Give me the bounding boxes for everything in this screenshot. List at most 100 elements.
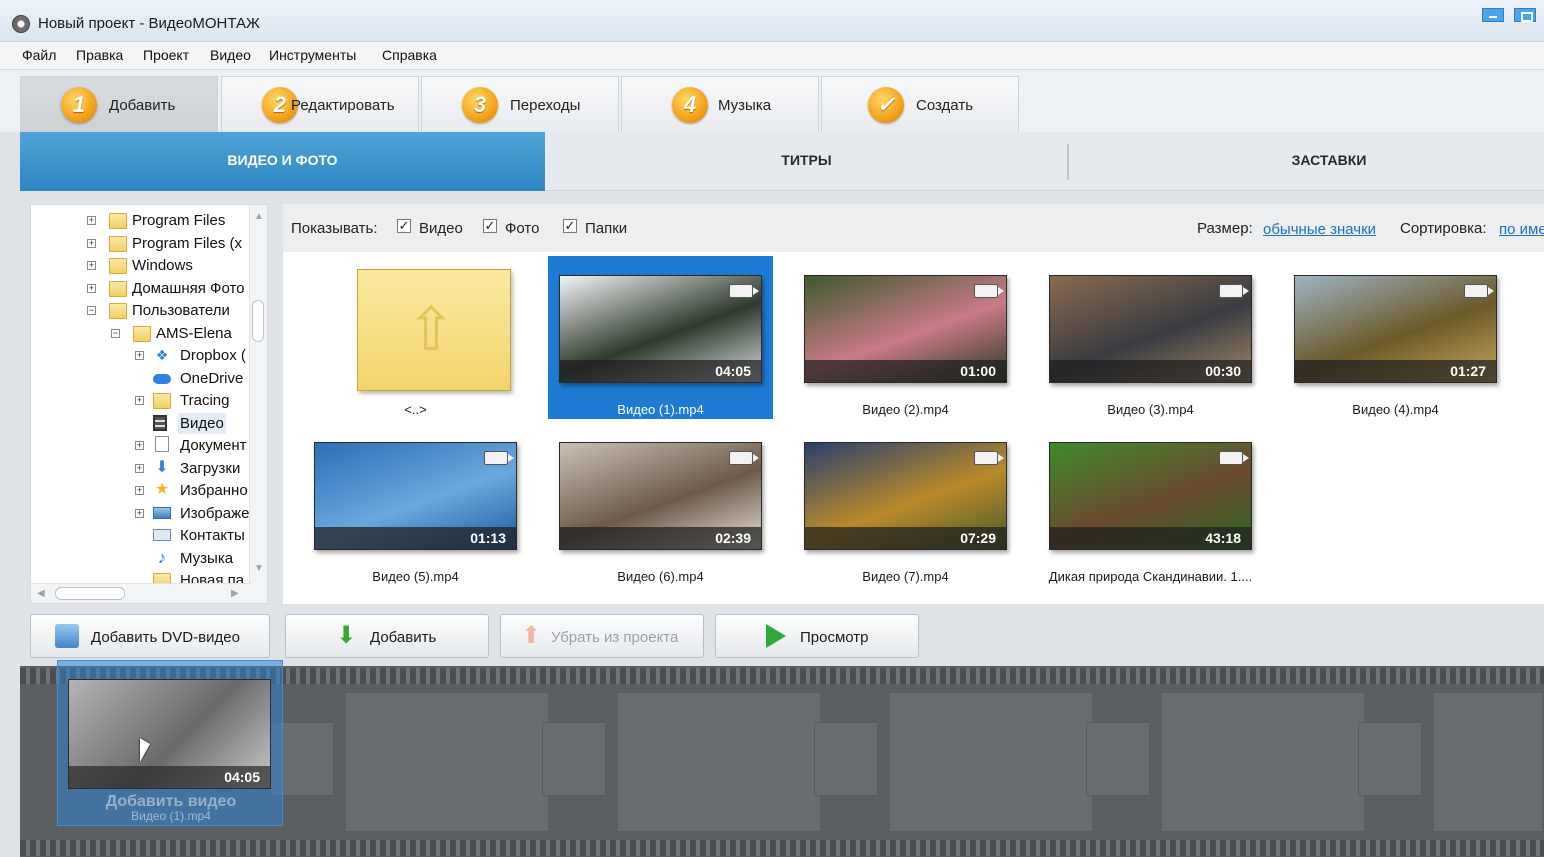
remove-from-project-button[interactable]: ⬆ Убрать из проекта — [500, 614, 704, 658]
file-tile[interactable]: 43:18 Дикая природа Скандинавии. 1.... — [1038, 423, 1263, 586]
step-label: Редактировать — [291, 97, 395, 114]
video-camera-icon — [974, 284, 1004, 298]
empty-clip-slot[interactable] — [345, 692, 549, 832]
tree-vertical-scrollbar[interactable]: ▲ ▼ — [249, 205, 267, 603]
video-thumbnail: 01:27 — [1294, 275, 1497, 383]
file-tile[interactable]: 01:00 Видео (2).mp4 — [793, 256, 1018, 419]
file-name: Видео (3).mp4 — [1107, 402, 1194, 417]
step-create[interactable]: ✓ Создать — [821, 76, 1019, 132]
photo-checkbox[interactable]: ✓ — [483, 219, 497, 233]
expand-toggle[interactable]: + — [87, 284, 96, 293]
step-music[interactable]: 4 Музыка — [621, 76, 819, 132]
scroll-down-icon[interactable]: ▼ — [254, 563, 264, 574]
menu-edit[interactable]: Правка — [76, 47, 123, 63]
tree-item-label: Dropbox ( — [180, 347, 246, 364]
expand-toggle[interactable]: + — [135, 396, 144, 405]
video-thumbnail: 00:30 — [1049, 275, 1252, 383]
add-dvd-button[interactable]: Добавить DVD-видео — [30, 614, 270, 658]
step-transitions[interactable]: 3 Переходы — [421, 76, 619, 132]
transition-slot[interactable] — [814, 722, 878, 796]
video-camera-icon — [1464, 284, 1494, 298]
tab-video-photo[interactable]: ВИДЕО И ФОТО — [20, 132, 545, 191]
file-name: Видео (6).mp4 — [617, 569, 704, 584]
tree-item-label: Пользователи — [132, 302, 230, 319]
sort-label: Сортировка: — [1400, 220, 1487, 237]
menu-project[interactable]: Проект — [143, 47, 189, 63]
expand-toggle[interactable]: + — [87, 216, 96, 225]
tree-item-label: Tracing — [180, 392, 230, 409]
menu-help[interactable]: Справка — [382, 47, 437, 63]
file-tile[interactable]: 01:13 Видео (5).mp4 — [303, 423, 528, 586]
contacts-icon — [153, 529, 171, 541]
folder-icon — [153, 393, 171, 409]
expand-toggle[interactable]: + — [135, 486, 144, 495]
dvd-icon — [55, 624, 79, 648]
file-tile[interactable]: 07:29 Видео (7).mp4 — [793, 423, 1018, 586]
up-arrow-icon: ⇧ — [406, 296, 457, 363]
folder-icon — [133, 326, 151, 342]
scroll-up-icon[interactable]: ▲ — [254, 211, 264, 222]
window-title: Новый проект - ВидеоМОНТАЖ — [38, 15, 260, 32]
video-duration: 04:05 — [69, 766, 270, 788]
expand-toggle[interactable]: + — [87, 261, 96, 270]
step-add[interactable]: 1 Добавить — [20, 76, 218, 132]
video-thumbnail: 43:18 — [1049, 442, 1252, 550]
video-duration: 01:27 — [1295, 360, 1496, 382]
expand-toggle[interactable]: + — [135, 351, 144, 360]
tree-item-label: Музыка — [180, 550, 234, 567]
video-thumbnail: 07:29 — [804, 442, 1007, 550]
empty-clip-slot[interactable] — [617, 692, 821, 832]
expand-toggle[interactable]: + — [135, 464, 144, 473]
documents-icon — [155, 436, 169, 452]
sort-link[interactable]: по име — [1499, 221, 1544, 238]
scroll-right-icon[interactable]: ▶ — [231, 588, 239, 599]
button-label: Добавить — [370, 629, 437, 646]
minimize-button[interactable] — [1482, 8, 1504, 22]
transition-slot[interactable] — [1358, 722, 1422, 796]
video-checkbox[interactable]: ✓ — [397, 219, 411, 233]
scroll-left-icon[interactable]: ◀ — [37, 588, 45, 599]
tree-item-label: Контакты — [180, 527, 245, 544]
tree-horizontal-scrollbar[interactable]: ◀ ▶ — [31, 583, 251, 603]
video-camera-icon — [729, 284, 759, 298]
preview-button[interactable]: Просмотр — [715, 614, 919, 658]
transition-slot[interactable] — [542, 722, 606, 796]
empty-clip-slot[interactable] — [1433, 692, 1543, 832]
add-button[interactable]: ⬇ Добавить — [285, 614, 489, 658]
collapse-toggle[interactable]: − — [111, 329, 120, 338]
menu-file[interactable]: Файл — [22, 47, 56, 63]
file-tile[interactable]: 00:30 Видео (3).mp4 — [1038, 256, 1263, 419]
file-tile-parent-folder[interactable]: ⇧ <..> — [303, 256, 528, 419]
maximize-button[interactable] — [1514, 8, 1536, 22]
scroll-thumb[interactable] — [252, 300, 264, 342]
file-name: Видео (5).mp4 — [372, 569, 459, 584]
folders-checkbox[interactable]: ✓ — [563, 219, 577, 233]
transition-slot[interactable] — [1086, 722, 1150, 796]
collapse-toggle[interactable]: − — [87, 306, 96, 315]
file-tile[interactable]: 02:39 Видео (6).mp4 — [548, 423, 773, 586]
file-tile[interactable]: 04:05 Видео (1).mp4 — [548, 256, 773, 419]
video-thumbnail: 04:05 — [559, 275, 762, 383]
empty-clip-slot[interactable] — [1161, 692, 1365, 832]
menu-video[interactable]: Видео — [210, 47, 251, 63]
step-edit[interactable]: 2 Редактировать — [221, 76, 419, 132]
video-camera-icon — [974, 451, 1004, 465]
expand-toggle[interactable]: + — [135, 509, 144, 518]
empty-clip-slot[interactable] — [889, 692, 1093, 832]
menu-tools[interactable]: Инструменты — [269, 47, 356, 63]
video-camera-icon — [729, 451, 759, 465]
expand-toggle[interactable]: + — [87, 239, 96, 248]
expand-toggle[interactable]: + — [135, 441, 144, 450]
step-number-badge: 1 — [61, 87, 97, 123]
folder-tree[interactable]: + Program Files + Program Files (x + Win… — [30, 204, 268, 604]
tree-item-label: Загрузки — [180, 460, 241, 477]
video-camera-icon — [1219, 451, 1249, 465]
scroll-thumb[interactable] — [55, 587, 125, 600]
tree-item-label: Видео — [178, 413, 226, 434]
tab-titles[interactable]: ТИТРЫ — [545, 132, 1068, 191]
tab-intros[interactable]: ЗАСТАВКИ — [1069, 132, 1544, 191]
size-link[interactable]: обычные значки — [1263, 221, 1376, 238]
onedrive-icon — [153, 374, 171, 384]
file-tile[interactable]: 01:27 Видео (4).mp4 — [1283, 256, 1508, 419]
downloads-icon: ⬇ — [155, 459, 169, 476]
